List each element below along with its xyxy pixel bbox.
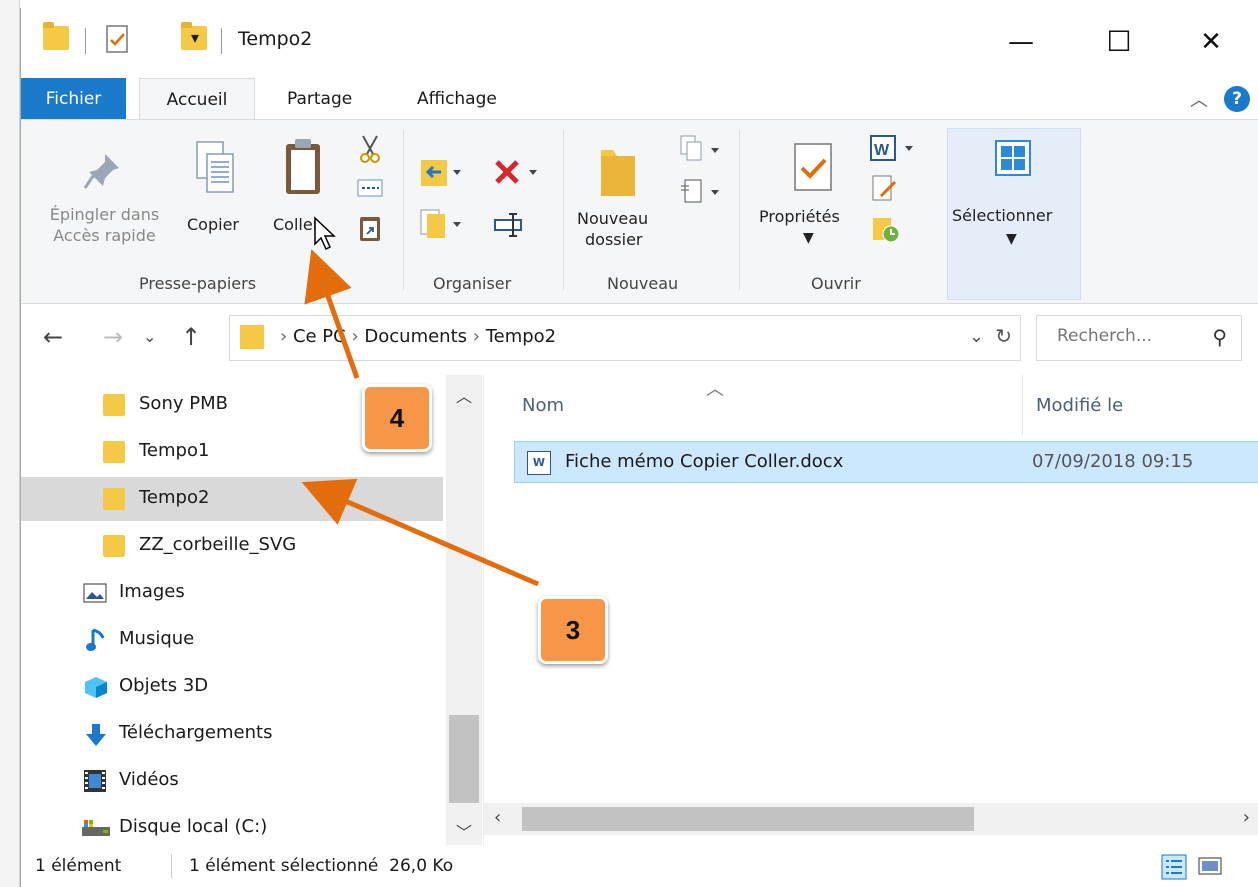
arrow-to-paste (304, 249, 360, 379)
step-4-badge: 4 (362, 384, 432, 452)
step-3-badge: 3 (538, 596, 608, 664)
arrow-to-tempo2 (301, 478, 539, 587)
annotation-arrows (301, 249, 539, 587)
